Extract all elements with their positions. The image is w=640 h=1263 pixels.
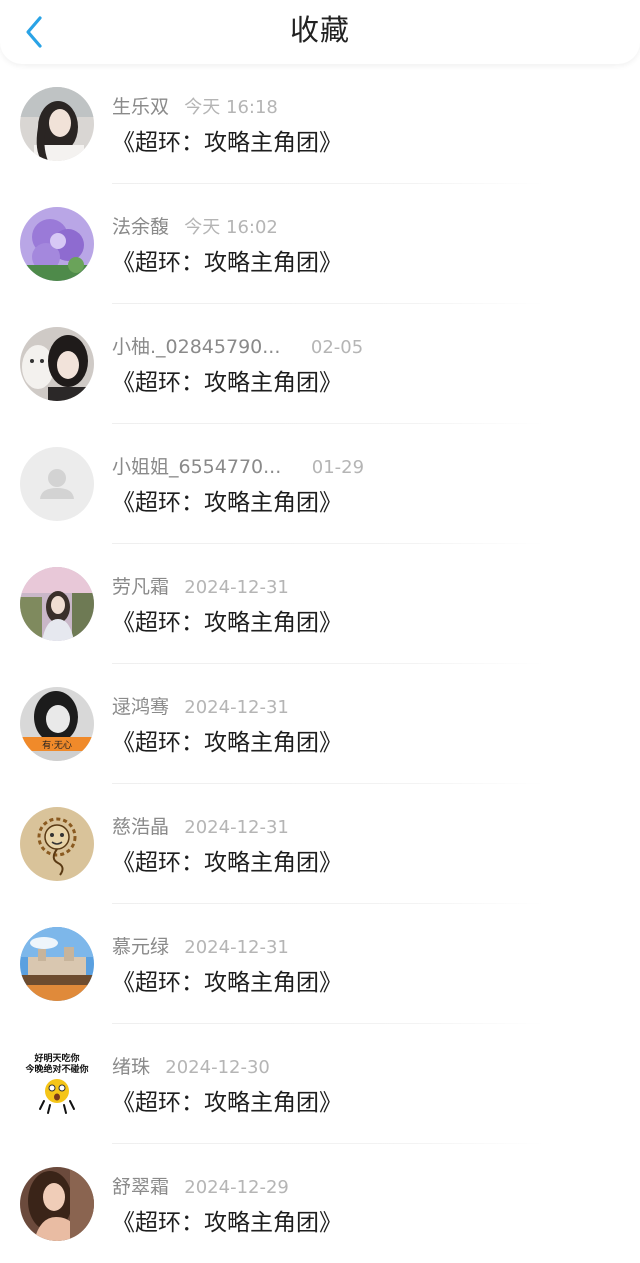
work-title[interactable]: 《超环：攻略主角团》	[112, 726, 342, 760]
user-name[interactable]: 生乐双	[112, 96, 169, 118]
timestamp: 2024-12-30	[165, 1057, 270, 1078]
avatar-girl-with-cat	[20, 327, 94, 401]
avatar-purple-flowers	[20, 207, 94, 281]
list-item[interactable]: 法余馥 今天 16:02 《超环：攻略主角团》	[0, 184, 640, 304]
item-meta: 慈浩晶 2024-12-31	[112, 812, 289, 842]
avatar[interactable]	[20, 1167, 94, 1241]
item-meta: 小柚._02845790... 02-05	[112, 332, 363, 362]
user-name[interactable]: 小姐姐_6554770...	[112, 456, 281, 478]
work-title[interactable]: 《超环：攻略主角团》	[112, 246, 342, 280]
avatar[interactable]	[20, 87, 94, 161]
avatar-emoji-meme: 好明天吃你 今晚绝对不碰你	[20, 1047, 94, 1121]
avatar-castle-landscape	[20, 927, 94, 1001]
list-item[interactable]: 慈浩晶 2024-12-31 《超环：攻略主角团》	[0, 784, 640, 904]
avatar-girl-photo	[20, 87, 94, 161]
timestamp: 02-05	[310, 337, 364, 358]
timestamp: 2024-12-31	[184, 937, 289, 958]
user-name[interactable]: 慈浩晶	[112, 816, 169, 838]
avatar[interactable]	[20, 207, 94, 281]
item-meta: 劳凡霜 2024-12-31	[112, 572, 289, 602]
list-item[interactable]: 舒翠霜 2024-12-29 《超环：攻略主角团》	[0, 1144, 640, 1263]
user-name[interactable]: 慕元绿	[112, 936, 169, 958]
work-title[interactable]: 《超环：攻略主角团》	[112, 606, 342, 640]
work-title[interactable]: 《超环：攻略主角团》	[112, 1206, 342, 1240]
user-name[interactable]: 逯鸿骞	[112, 696, 169, 718]
favorites-page: 收藏 生乐双 今天 16:18 《超环：攻略主角团》 法余馥 今天 16:02 …	[0, 0, 640, 1263]
list-item[interactable]: 劳凡霜 2024-12-31 《超环：攻略主角团》	[0, 544, 640, 664]
timestamp: 01-29	[311, 457, 365, 478]
list-item[interactable]: 小姐姐_6554770... 01-29 《超环：攻略主角团》	[0, 424, 640, 544]
avatar-woman-portrait	[20, 1167, 94, 1241]
top-bar: 收藏	[0, 0, 640, 64]
item-meta: 慕元绿 2024-12-31	[112, 932, 289, 962]
user-name[interactable]: 小柚._02845790...	[112, 336, 280, 358]
meme-text-top: 好明天吃你	[33, 1052, 79, 1064]
user-name[interactable]: 劳凡霜	[112, 576, 169, 598]
avatar[interactable]: 有·无心	[20, 687, 94, 761]
list-item[interactable]: 小柚._02845790... 02-05 《超环：攻略主角团》	[0, 304, 640, 424]
timestamp: 今天 16:02	[184, 217, 278, 238]
work-title[interactable]: 《超环：攻略主角团》	[112, 126, 342, 160]
list-item[interactable]: 有·无心 逯鸿骞 2024-12-31 《超环：攻略主角团》	[0, 664, 640, 784]
avatar[interactable]	[20, 807, 94, 881]
item-meta: 绪珠 2024-12-30	[112, 1052, 270, 1082]
item-meta: 舒翠霜 2024-12-29	[112, 1172, 289, 1202]
work-title[interactable]: 《超环：攻略主角团》	[112, 366, 342, 400]
user-name[interactable]: 法余馥	[112, 216, 169, 238]
timestamp: 今天 16:18	[184, 97, 278, 118]
meme-text-bottom: 今晚绝对不碰你	[24, 1063, 88, 1075]
timestamp: 2024-12-29	[184, 1177, 289, 1198]
item-meta: 逯鸿骞 2024-12-31	[112, 692, 289, 722]
default-person-icon	[20, 447, 94, 521]
item-meta: 法余馥 今天 16:02	[112, 212, 278, 242]
avatar-girl-outdoor	[20, 567, 94, 641]
list-item[interactable]: 好明天吃你 今晚绝对不碰你 绪珠 2024-12-30 《超环：攻略主角团》	[0, 1024, 640, 1144]
avatar[interactable]	[20, 327, 94, 401]
list-item[interactable]: 慕元绿 2024-12-31 《超环：攻略主角团》	[0, 904, 640, 1024]
work-title[interactable]: 《超环：攻略主角团》	[112, 966, 342, 1000]
timestamp: 2024-12-31	[184, 817, 289, 838]
timestamp: 2024-12-31	[184, 577, 289, 598]
page-title: 收藏	[289, 13, 350, 47]
avatar-cartoon-lion	[20, 807, 94, 881]
avatar[interactable]	[20, 567, 94, 641]
avatar[interactable]: 好明天吃你 今晚绝对不碰你	[20, 1047, 94, 1121]
favorites-list: 生乐双 今天 16:18 《超环：攻略主角团》 法余馥 今天 16:02 《超环…	[0, 64, 640, 1263]
item-meta: 小姐姐_6554770... 01-29	[112, 452, 364, 482]
timestamp: 2024-12-31	[184, 697, 289, 718]
avatar[interactable]	[20, 447, 94, 521]
banner-text: 有·无心	[42, 739, 72, 751]
list-item[interactable]: 生乐双 今天 16:18 《超环：攻略主角团》	[0, 64, 640, 184]
work-title[interactable]: 《超环：攻略主角团》	[112, 486, 342, 520]
item-meta: 生乐双 今天 16:18	[112, 92, 278, 122]
user-name[interactable]: 绪珠	[112, 1056, 150, 1078]
user-name[interactable]: 舒翠霜	[112, 1176, 169, 1198]
avatar[interactable]	[20, 927, 94, 1001]
work-title[interactable]: 《超环：攻略主角团》	[112, 1086, 342, 1120]
avatar-girl-bw-banner: 有·无心	[20, 687, 94, 761]
work-title[interactable]: 《超环：攻略主角团》	[112, 846, 342, 880]
